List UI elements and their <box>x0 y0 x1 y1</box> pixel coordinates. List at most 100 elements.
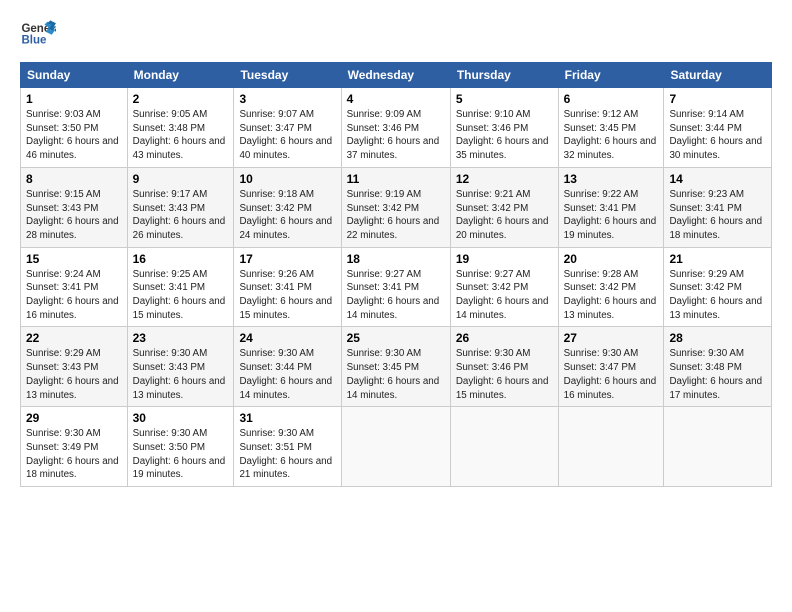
calendar-day-14: 14Sunrise: 9:23 AMSunset: 3:41 PMDayligh… <box>664 167 772 247</box>
day-info: Sunrise: 9:26 AMSunset: 3:41 PMDaylight:… <box>239 269 332 321</box>
calendar-day-8: 8 Sunrise: 9:15 AMSunset: 3:43 PMDaylight… <box>21 167 128 247</box>
day-info: Sunrise: 9:09 AMSunset: 3:46 PMDaylight:… <box>347 109 440 161</box>
calendar-day-7: 7 Sunrise: 9:14 AMSunset: 3:44 PMDaylight… <box>664 88 772 168</box>
calendar-day-9: 9Sunrise: 9:17 AMSunset: 3:43 PMDaylight… <box>127 167 234 247</box>
day-number: 30 <box>133 411 229 425</box>
day-info: Sunrise: 9:30 AMSunset: 3:51 PMDaylight:… <box>239 428 332 480</box>
day-number: 27 <box>564 331 659 345</box>
calendar-day-1: 1 Sunrise: 9:03 AMSunset: 3:50 PMDaylight… <box>21 88 128 168</box>
calendar-day-23: 23 Sunrise: 9:30 AMSunset: 3:43 PMDayligh… <box>127 327 234 407</box>
day-info: Sunrise: 9:12 AMSunset: 3:45 PMDaylight:… <box>564 109 657 161</box>
day-number: 4 <box>347 92 445 106</box>
calendar-day-19: 19 Sunrise: 9:27 AMSunset: 3:42 PMDayligh… <box>450 247 558 327</box>
day-header-wednesday: Wednesday <box>341 63 450 88</box>
calendar-week-5: 29 Sunrise: 9:30 AMSunset: 3:49 PMDayligh… <box>21 407 772 487</box>
calendar-day-16: 16 Sunrise: 9:25 AMSunset: 3:41 PMDayligh… <box>127 247 234 327</box>
day-number: 6 <box>564 92 659 106</box>
day-number: 1 <box>26 92 122 106</box>
day-number: 22 <box>26 331 122 345</box>
day-number: 23 <box>133 331 229 345</box>
day-info: Sunrise: 9:15 AMSunset: 3:43 PMDaylight:… <box>26 189 119 241</box>
day-info: Sunrise: 9:19 AMSunset: 3:42 PMDaylight:… <box>347 189 440 241</box>
day-number: 25 <box>347 331 445 345</box>
day-info: Sunrise: 9:05 AMSunset: 3:48 PMDaylight:… <box>133 109 226 161</box>
calendar-header-row: SundayMondayTuesdayWednesdayThursdayFrid… <box>21 63 772 88</box>
day-number: 8 <box>26 172 122 186</box>
day-number: 20 <box>564 252 659 266</box>
day-info: Sunrise: 9:27 AMSunset: 3:41 PMDaylight:… <box>347 269 440 321</box>
day-info: Sunrise: 9:27 AMSunset: 3:42 PMDaylight:… <box>456 269 549 321</box>
calendar-day-17: 17Sunrise: 9:26 AMSunset: 3:41 PMDayligh… <box>234 247 341 327</box>
calendar-day-28: 28 Sunrise: 9:30 AMSunset: 3:48 PMDayligh… <box>664 327 772 407</box>
day-header-sunday: Sunday <box>21 63 128 88</box>
calendar-day-10: 10 Sunrise: 9:18 AMSunset: 3:42 PMDayligh… <box>234 167 341 247</box>
calendar-day-2: 2 Sunrise: 9:05 AMSunset: 3:48 PMDaylight… <box>127 88 234 168</box>
day-info: Sunrise: 9:07 AMSunset: 3:47 PMDaylight:… <box>239 109 332 161</box>
day-number: 12 <box>456 172 553 186</box>
day-number: 2 <box>133 92 229 106</box>
calendar-week-4: 22 Sunrise: 9:29 AMSunset: 3:43 PMDayligh… <box>21 327 772 407</box>
calendar-day-22: 22 Sunrise: 9:29 AMSunset: 3:43 PMDayligh… <box>21 327 128 407</box>
day-number: 24 <box>239 331 335 345</box>
calendar-day-31: 31 Sunrise: 9:30 AMSunset: 3:51 PMDayligh… <box>234 407 341 487</box>
day-info: Sunrise: 9:30 AMSunset: 3:50 PMDaylight:… <box>133 428 226 480</box>
calendar-day-3: 3 Sunrise: 9:07 AMSunset: 3:47 PMDaylight… <box>234 88 341 168</box>
day-number: 28 <box>669 331 766 345</box>
day-number: 14 <box>669 172 766 186</box>
calendar-day-27: 27 Sunrise: 9:30 AMSunset: 3:47 PMDayligh… <box>558 327 664 407</box>
logo: General Blue <box>20 16 56 52</box>
calendar-week-1: 1 Sunrise: 9:03 AMSunset: 3:50 PMDaylight… <box>21 88 772 168</box>
calendar-day-24: 24 Sunrise: 9:30 AMSunset: 3:44 PMDayligh… <box>234 327 341 407</box>
day-info: Sunrise: 9:21 AMSunset: 3:42 PMDaylight:… <box>456 189 549 241</box>
calendar-day-20: 20 Sunrise: 9:28 AMSunset: 3:42 PMDayligh… <box>558 247 664 327</box>
day-info: Sunrise: 9:24 AMSunset: 3:41 PMDaylight:… <box>26 269 119 321</box>
calendar-day-11: 11 Sunrise: 9:19 AMSunset: 3:42 PMDayligh… <box>341 167 450 247</box>
day-info: Sunrise: 9:30 AMSunset: 3:45 PMDaylight:… <box>347 348 440 400</box>
calendar-day-21: 21 Sunrise: 9:29 AMSunset: 3:42 PMDayligh… <box>664 247 772 327</box>
calendar-day-13: 13Sunrise: 9:22 AMSunset: 3:41 PMDayligh… <box>558 167 664 247</box>
day-header-friday: Friday <box>558 63 664 88</box>
empty-cell <box>558 407 664 487</box>
empty-cell <box>450 407 558 487</box>
day-number: 11 <box>347 172 445 186</box>
day-number: 9 <box>133 172 229 186</box>
calendar-table: SundayMondayTuesdayWednesdayThursdayFrid… <box>20 62 772 487</box>
day-header-tuesday: Tuesday <box>234 63 341 88</box>
day-header-monday: Monday <box>127 63 234 88</box>
day-info: Sunrise: 9:30 AMSunset: 3:48 PMDaylight:… <box>669 348 762 400</box>
day-number: 31 <box>239 411 335 425</box>
calendar-day-12: 12 Sunrise: 9:21 AMSunset: 3:42 PMDayligh… <box>450 167 558 247</box>
header: General Blue <box>20 16 772 52</box>
day-info: Sunrise: 9:14 AMSunset: 3:44 PMDaylight:… <box>669 109 762 161</box>
day-header-thursday: Thursday <box>450 63 558 88</box>
day-number: 5 <box>456 92 553 106</box>
day-number: 15 <box>26 252 122 266</box>
day-number: 26 <box>456 331 553 345</box>
empty-cell <box>664 407 772 487</box>
calendar-week-2: 8 Sunrise: 9:15 AMSunset: 3:43 PMDaylight… <box>21 167 772 247</box>
calendar-week-3: 15 Sunrise: 9:24 AMSunset: 3:41 PMDayligh… <box>21 247 772 327</box>
day-number: 3 <box>239 92 335 106</box>
day-number: 29 <box>26 411 122 425</box>
day-info: Sunrise: 9:30 AMSunset: 3:49 PMDaylight:… <box>26 428 119 480</box>
day-number: 19 <box>456 252 553 266</box>
day-info: Sunrise: 9:30 AMSunset: 3:47 PMDaylight:… <box>564 348 657 400</box>
day-info: Sunrise: 9:29 AMSunset: 3:43 PMDaylight:… <box>26 348 119 400</box>
day-info: Sunrise: 9:28 AMSunset: 3:42 PMDaylight:… <box>564 269 657 321</box>
day-number: 21 <box>669 252 766 266</box>
calendar-day-5: 5Sunrise: 9:10 AMSunset: 3:46 PMDaylight… <box>450 88 558 168</box>
calendar-day-18: 18Sunrise: 9:27 AMSunset: 3:41 PMDayligh… <box>341 247 450 327</box>
day-number: 7 <box>669 92 766 106</box>
day-info: Sunrise: 9:03 AMSunset: 3:50 PMDaylight:… <box>26 109 119 161</box>
calendar-day-6: 6 Sunrise: 9:12 AMSunset: 3:45 PMDaylight… <box>558 88 664 168</box>
day-header-saturday: Saturday <box>664 63 772 88</box>
day-info: Sunrise: 9:30 AMSunset: 3:43 PMDaylight:… <box>133 348 226 400</box>
day-info: Sunrise: 9:29 AMSunset: 3:42 PMDaylight:… <box>669 269 762 321</box>
calendar-day-4: 4 Sunrise: 9:09 AMSunset: 3:46 PMDaylight… <box>341 88 450 168</box>
calendar-day-15: 15 Sunrise: 9:24 AMSunset: 3:41 PMDayligh… <box>21 247 128 327</box>
day-info: Sunrise: 9:25 AMSunset: 3:41 PMDaylight:… <box>133 269 226 321</box>
day-info: Sunrise: 9:18 AMSunset: 3:42 PMDaylight:… <box>239 189 332 241</box>
day-info: Sunrise: 9:30 AMSunset: 3:44 PMDaylight:… <box>239 348 332 400</box>
day-number: 10 <box>239 172 335 186</box>
day-number: 16 <box>133 252 229 266</box>
